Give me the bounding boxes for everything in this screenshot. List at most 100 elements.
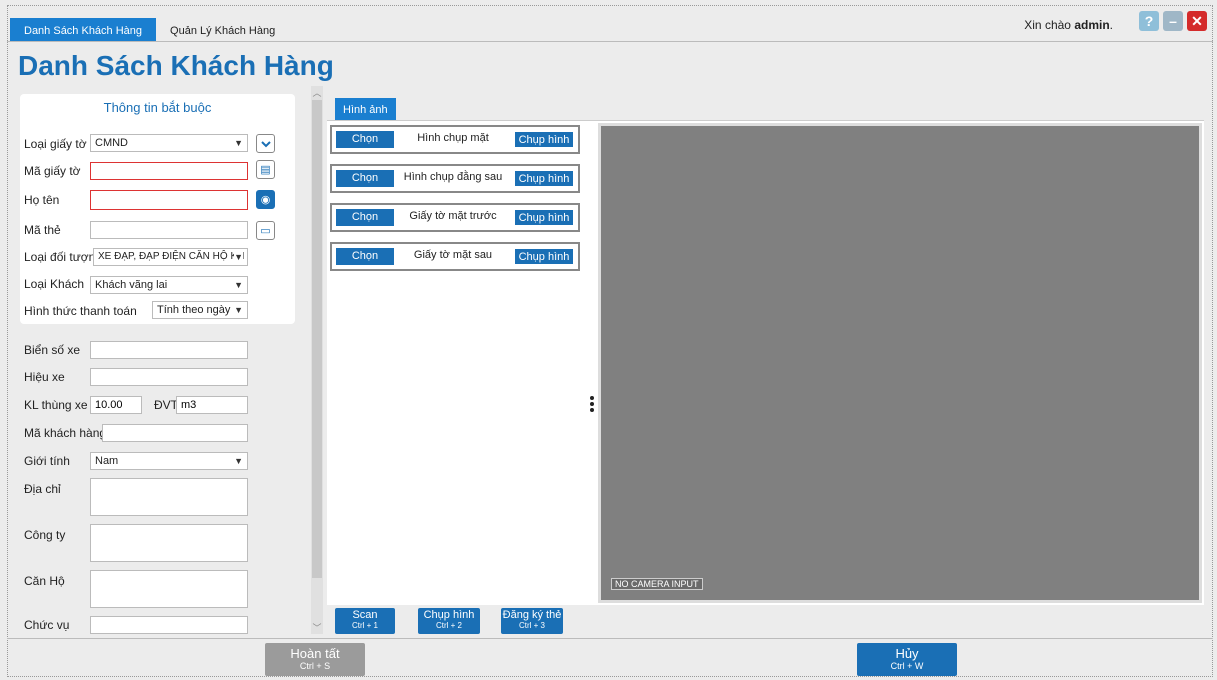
- capture-action-button[interactable]: Chụp hình Ctrl + 2: [418, 608, 480, 634]
- register-card-button[interactable]: Đăng ký thẻ Ctrl + 3: [501, 608, 563, 634]
- loai-giay-to-value: CMND: [95, 137, 128, 149]
- capture-button[interactable]: Chụp hình: [514, 131, 574, 148]
- capture-action-shortcut: Ctrl + 2: [435, 621, 462, 630]
- ma-the-label: Mã thẻ: [24, 223, 61, 237]
- hinh-thuc-value: Tính theo ngày: [157, 304, 231, 316]
- cancel-label: Hủy: [895, 646, 919, 661]
- cong-ty-input[interactable]: [90, 524, 248, 562]
- divider: [7, 41, 1213, 42]
- divider: [7, 638, 1213, 639]
- scan-button[interactable]: Scan Ctrl + 1: [335, 608, 395, 634]
- can-ho-input[interactable]: [90, 570, 248, 608]
- camera-icon[interactable]: ◉: [256, 190, 275, 209]
- chevron-down-icon: ▼: [234, 305, 243, 315]
- form-scrollbar[interactable]: ︿ ﹀: [311, 86, 323, 634]
- finish-shortcut: Ctrl + S: [299, 661, 331, 671]
- bien-so-input[interactable]: [90, 341, 248, 359]
- choose-button[interactable]: Chọn: [336, 248, 394, 265]
- chevron-down-icon: ▼: [234, 280, 243, 290]
- image-area: Chọn Hình chụp mặt Chụp hình Chọn Hình c…: [327, 120, 1204, 605]
- customer-form: Thông tin bắt buộc Loại giấy tờ CMND ▼ Mã…: [12, 86, 312, 634]
- tab-hinh-anh[interactable]: Hình ảnh: [335, 98, 396, 120]
- loai-doi-tuong-select[interactable]: XE ĐẠP, ĐẠP ĐIỆN CĂN HỘ KH ▼: [93, 248, 248, 266]
- close-icon[interactable]: ✕: [1187, 11, 1207, 31]
- card-icon[interactable]: ▭: [256, 221, 275, 240]
- page-title: Danh Sách Khách Hàng: [18, 50, 334, 81]
- kl-thung-label: KL thùng xe: [24, 398, 88, 412]
- loai-giay-to-select[interactable]: CMND ▼: [90, 134, 248, 152]
- loai-doi-tuong-value: XE ĐẠP, ĐẠP ĐIỆN CĂN HỘ KH: [98, 251, 245, 262]
- loai-doi-tuong-label: Loại đối tượng: [24, 250, 102, 264]
- dvt-input[interactable]: [176, 396, 248, 414]
- loai-khach-select[interactable]: Khách vãng lai ▼: [90, 276, 248, 294]
- dia-chi-input[interactable]: [90, 478, 248, 516]
- scroll-up-icon[interactable]: ︿: [311, 86, 323, 99]
- greeting-prefix: Xin chào: [1024, 18, 1071, 32]
- loai-khach-label: Loại Khách: [24, 277, 85, 291]
- chuc-vu-label: Chức vụ: [24, 618, 70, 632]
- hinh-thuc-select[interactable]: Tính theo ngày ▼: [152, 301, 248, 319]
- capture-row-doc-front: Chọn Giấy tờ mặt trước Chụp hình: [330, 203, 580, 232]
- cancel-button[interactable]: Hủy Ctrl + W: [857, 643, 957, 676]
- cong-ty-label: Công ty: [24, 528, 66, 542]
- username: admin: [1074, 18, 1110, 32]
- loai-giay-to-label: Loại giấy tờ: [24, 137, 87, 151]
- image-panel: Hình ảnh Chọn Hình chụp mặt Chụp hình Ch…: [325, 86, 1208, 636]
- capture-button[interactable]: Chụp hình: [514, 209, 574, 226]
- scanner-icon[interactable]: ▤: [256, 160, 275, 179]
- tab-danh-sach[interactable]: Danh Sách Khách Hàng: [10, 18, 157, 42]
- capture-label: Giấy tờ mặt trước: [409, 210, 497, 222]
- chevron-down-icon: ▼: [234, 138, 243, 148]
- scroll-down-icon[interactable]: ﹀: [311, 621, 323, 634]
- capture-row-face: Chọn Hình chụp mặt Chụp hình: [330, 125, 580, 154]
- finish-label: Hoàn tất: [290, 646, 340, 661]
- ho-ten-label: Họ tên: [24, 193, 60, 207]
- ma-kh-input[interactable]: [102, 424, 248, 442]
- capture-label: Hình chụp đằng sau: [403, 171, 503, 183]
- greeting: Xin chào admin.: [1024, 18, 1113, 32]
- gioi-tinh-select[interactable]: Nam ▼: [90, 452, 248, 470]
- choose-button[interactable]: Chọn: [336, 209, 394, 226]
- scrollbar-thumb[interactable]: [312, 100, 322, 578]
- panel-splitter[interactable]: [590, 394, 596, 414]
- dia-chi-label: Địa chỉ: [24, 482, 61, 496]
- hinh-thuc-label: Hình thức thanh toán: [24, 304, 137, 318]
- camera-preview: NO CAMERA INPUT: [598, 123, 1202, 603]
- tab-quan-ly[interactable]: Quản Lý Khách Hàng: [156, 18, 289, 42]
- expand-icon[interactable]: [256, 134, 275, 153]
- required-section: Thông tin bắt buộc Loại giấy tờ CMND ▼ Mã…: [20, 94, 295, 324]
- ma-kh-label: Mã khách hàng: [24, 426, 107, 440]
- dvt-label: ĐVT: [154, 398, 178, 412]
- minimize-icon[interactable]: –: [1163, 11, 1183, 31]
- chuc-vu-input[interactable]: [90, 616, 248, 634]
- can-ho-label: Căn Hộ: [24, 574, 65, 588]
- top-tabs: Danh Sách Khách Hàng Quản Lý Khách Hàng: [10, 18, 289, 42]
- ma-giay-to-input[interactable]: [90, 162, 248, 180]
- chevron-down-icon: ▼: [234, 249, 243, 265]
- capture-row-back: Chọn Hình chụp đằng sau Chụp hình: [330, 164, 580, 193]
- capture-row-doc-back: Chọn Giấy tờ mặt sau Chụp hình: [330, 242, 580, 271]
- camera-status: NO CAMERA INPUT: [611, 578, 703, 590]
- capture-label: Giấy tờ mặt sau: [413, 249, 493, 261]
- choose-button[interactable]: Chọn: [336, 131, 394, 148]
- capture-button[interactable]: Chụp hình: [514, 248, 574, 265]
- ma-the-input[interactable]: [90, 221, 248, 239]
- capture-action-label: Chụp hình: [423, 609, 475, 621]
- gioi-tinh-value: Nam: [95, 455, 119, 467]
- required-section-title: Thông tin bắt buộc: [103, 100, 212, 115]
- cancel-shortcut: Ctrl + W: [890, 661, 924, 671]
- help-icon[interactable]: ?: [1139, 11, 1159, 31]
- hieu-xe-input[interactable]: [90, 368, 248, 386]
- capture-button[interactable]: Chụp hình: [514, 170, 574, 187]
- gioi-tinh-label: Giới tính: [24, 454, 70, 468]
- ho-ten-input[interactable]: [90, 190, 248, 210]
- capture-label: Hình chụp mặt: [417, 132, 489, 144]
- ma-giay-to-label: Mã giấy tờ: [24, 164, 81, 178]
- kl-thung-input[interactable]: [90, 396, 142, 414]
- finish-button[interactable]: Hoàn tất Ctrl + S: [265, 643, 365, 676]
- choose-button[interactable]: Chọn: [336, 170, 394, 187]
- loai-khach-value: Khách vãng lai: [95, 279, 168, 291]
- bien-so-label: Biển số xe: [24, 343, 81, 357]
- chevron-down-icon: ▼: [234, 456, 243, 466]
- hieu-xe-label: Hiệu xe: [24, 370, 65, 384]
